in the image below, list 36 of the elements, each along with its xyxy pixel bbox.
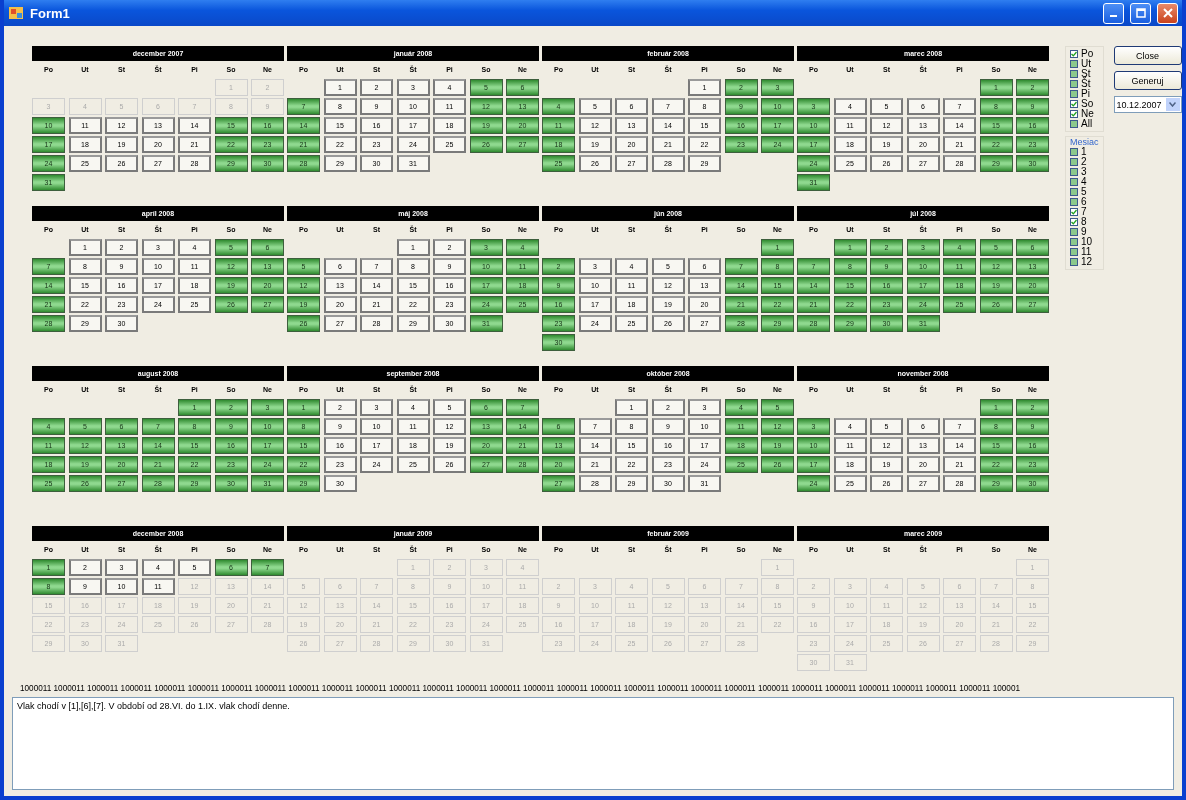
action-button[interactable]: Generuj xyxy=(1113,71,1182,90)
checkbox[interactable]: 8 xyxy=(1070,217,1099,227)
minimize-button[interactable] xyxy=(1103,2,1124,24)
checkbox[interactable]: 9 xyxy=(1070,227,1099,237)
checkbox[interactable]: Ut xyxy=(1070,59,1099,69)
checkbox[interactable]: St xyxy=(1070,69,1099,79)
description-field[interactable]: Vlak chodí v [1],[6],[7]. V období od 28.VI. do 1.IX. vlak chodí denne. xyxy=(12,697,1174,790)
maximize-button[interactable] xyxy=(1130,2,1151,24)
check-icon xyxy=(1071,51,1077,57)
caret-icon xyxy=(1169,102,1176,107)
minimize-icon xyxy=(1110,15,1117,17)
checkbox[interactable]: Pi xyxy=(1070,89,1099,99)
checkbox[interactable]: 2 xyxy=(1070,157,1099,167)
maximize-icon xyxy=(1135,8,1146,18)
checkbox[interactable]: 6 xyxy=(1070,197,1099,207)
date-dropdown[interactable]: 10.12.2007 xyxy=(1113,96,1182,113)
checkbox[interactable]: So xyxy=(1070,99,1099,109)
checkbox[interactable]: All xyxy=(1070,119,1099,129)
close-icon xyxy=(1162,8,1173,18)
checkbox[interactable]: 12 xyxy=(1070,257,1099,267)
checkbox[interactable]: 7 xyxy=(1070,207,1099,217)
checkbox[interactable]: Ne xyxy=(1070,109,1099,119)
app-icon xyxy=(8,5,24,21)
group-title: Mesiac xyxy=(1070,137,1099,147)
action-button[interactable]: Close xyxy=(1113,46,1182,65)
checkbox[interactable]: 4 xyxy=(1070,177,1099,187)
close-button[interactable] xyxy=(1157,2,1178,24)
checkbox[interactable]: 11 xyxy=(1070,247,1099,257)
checkbox[interactable]: 3 xyxy=(1070,167,1099,177)
window-title: Form1 xyxy=(30,5,71,21)
checkbox[interactable]: 5 xyxy=(1070,187,1099,197)
checkbox[interactable]: Št xyxy=(1070,79,1099,89)
checkbox[interactable]: 10 xyxy=(1070,237,1099,247)
bit-string: 1000011 1000011 1000011 1000011 1000011 1000011 1000011 1000011 1000011 1000011 1000011 1000011 1000011 1000011 1000011 1000011 1000011 1000011 1000011 1000011 1000011 1000011 1000011 1000011 1000011 1000011 1000011 1000011 1000011 100001 xyxy=(20,684,1021,693)
checkbox[interactable]: Po xyxy=(1070,49,1099,59)
checkbox[interactable]: 1 xyxy=(1070,147,1099,157)
